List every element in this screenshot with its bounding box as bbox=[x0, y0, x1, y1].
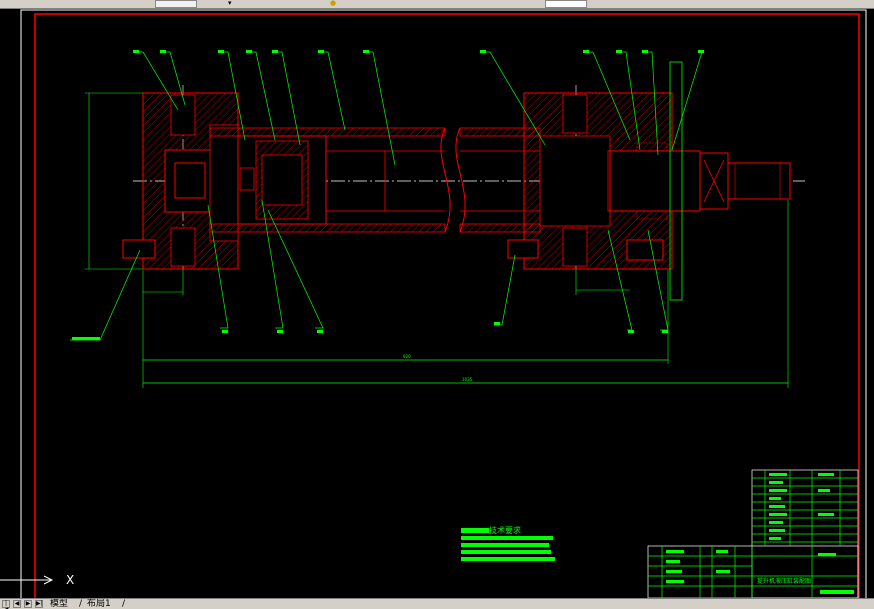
ucs-icon bbox=[0, 575, 54, 585]
layout-tabs-bar: |◀ ◀ ▶ ▶| 模型 / 布局1 / bbox=[0, 598, 874, 609]
top-toolbar: ▾ ● bbox=[0, 0, 874, 9]
toolbar-dropdown-icon[interactable]: ▾ bbox=[228, 0, 232, 7]
next-tab-icon[interactable]: ▶ bbox=[24, 600, 32, 608]
last-tab-icon[interactable]: ▶| bbox=[35, 600, 43, 608]
piston bbox=[237, 135, 327, 225]
dim-inner-label: 920 bbox=[403, 354, 411, 359]
prev-tab-icon[interactable]: ◀ bbox=[13, 600, 21, 608]
toolbar-properties-field[interactable] bbox=[545, 0, 587, 8]
toolbar-layer-icon[interactable] bbox=[155, 0, 197, 8]
toolbar-status-icon[interactable]: ● bbox=[330, 0, 336, 7]
drawing-canvas[interactable]: 1035 920 提升机液压缸装配图 技术要求 X bbox=[0, 9, 874, 599]
dim-overall-label: 1035 bbox=[462, 377, 473, 382]
tech-requirements-title: 技术要求 bbox=[489, 525, 521, 535]
title-block-drawing-name: 提升机液压缸装配图 bbox=[757, 577, 811, 585]
ucs-x-label: X bbox=[66, 573, 74, 587]
first-tab-icon[interactable]: |◀ bbox=[2, 600, 10, 609]
